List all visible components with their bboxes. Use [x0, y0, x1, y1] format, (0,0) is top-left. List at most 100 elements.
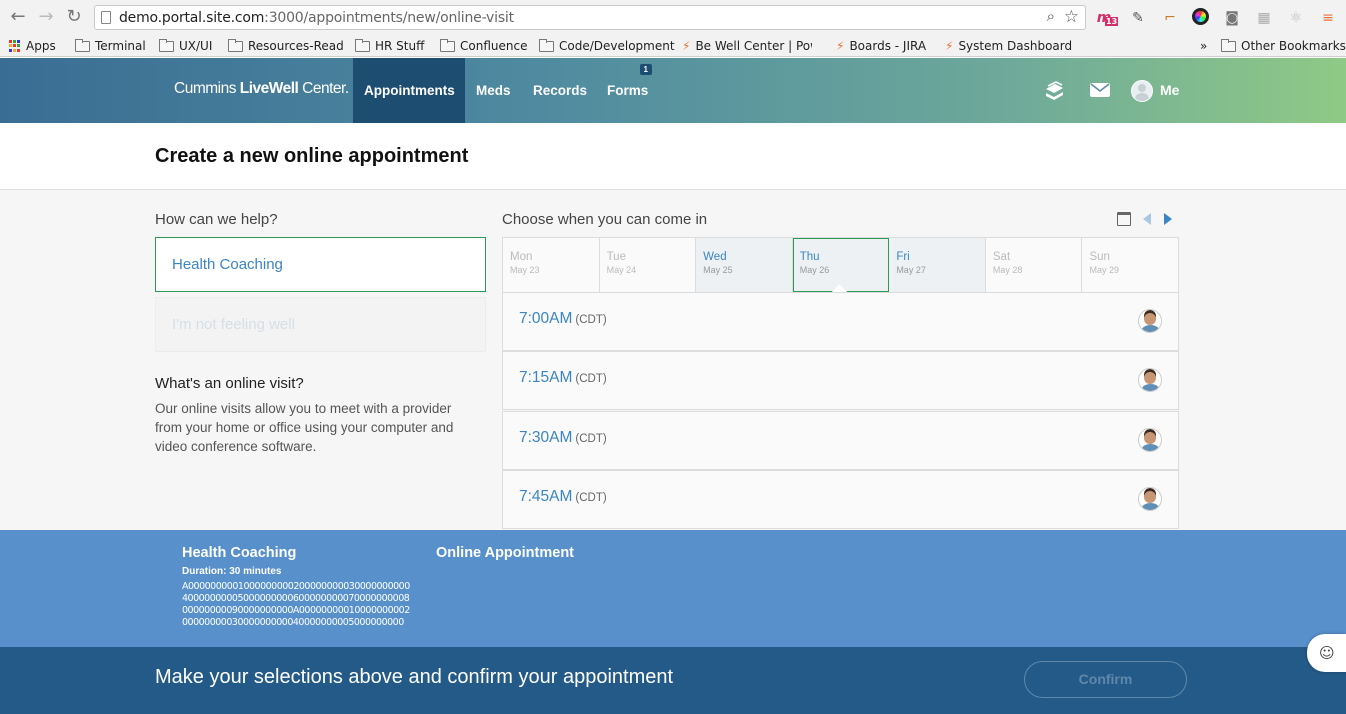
search-icon[interactable]: ⌕: [1047, 8, 1055, 25]
footer-message: Make your selections above and confirm y…: [155, 666, 674, 688]
extension-m-icon[interactable]: m 13: [1094, 8, 1119, 28]
bookmark-star-icon[interactable]: ☆: [1064, 7, 1079, 27]
day-picker: Mon May 23 Tue May 24 Wed May 25 Thu May 26 …: [502, 237, 1180, 292]
bookmark-resources-read[interactable]: Resources-Read: [228, 38, 344, 54]
back-icon[interactable]: ←: [8, 7, 28, 27]
nav-forms-label: Forms: [607, 83, 649, 98]
page-title: Create a new online appointment: [155, 145, 469, 167]
reload-icon[interactable]: ↻: [64, 7, 84, 27]
user-menu-label[interactable]: Me: [1160, 82, 1179, 98]
folder-icon: [440, 38, 455, 52]
forward-icon[interactable]: →: [36, 7, 56, 27]
online-visit-description: Our online visits allow you to meet with…: [155, 401, 454, 454]
menu-icon[interactable]: ≡: [1318, 8, 1338, 28]
option-health-coaching[interactable]: Health Coaching: [155, 237, 486, 292]
apps-icon: [9, 40, 21, 52]
provider-avatar: [1138, 309, 1162, 333]
day-mon: Mon May 23: [503, 238, 600, 292]
slot-time: 7:15AM (CDT): [519, 369, 607, 386]
extension-badge: 13: [1105, 17, 1119, 26]
day-date: May 27: [896, 265, 926, 275]
time-slot[interactable]: 7:00AM (CDT): [502, 292, 1179, 351]
day-name: Sat: [992, 251, 1011, 263]
option-not-feeling-well[interactable]: I'm not feeling well: [155, 297, 486, 352]
time-slot[interactable]: 7:45AM (CDT): [502, 470, 1179, 529]
next-week-icon[interactable]: [1164, 213, 1172, 225]
day-date: May 28: [992, 265, 1023, 275]
help-label: How can we help?: [155, 211, 278, 228]
forms-badge: 1: [639, 64, 652, 75]
color-wheel-icon[interactable]: [1190, 8, 1210, 28]
confirm-button[interactable]: Confirm: [1024, 661, 1187, 698]
day-date: May 25: [703, 265, 733, 275]
slot-timezone: (CDT): [575, 314, 607, 326]
day-name: Fri: [896, 251, 910, 263]
nav-appointments[interactable]: Appointments: [353, 58, 465, 123]
bookmark-code-development[interactable]: Code/Development: [539, 38, 675, 54]
day-date: May 24: [606, 265, 637, 275]
extension-grid-icon[interactable]: ▦: [1254, 8, 1274, 28]
bookmark-system-dashboard[interactable]: ⚡ System Dashboard -: [945, 38, 1073, 54]
day-date: May 23: [510, 265, 540, 275]
folder-icon: [75, 38, 90, 52]
schedule-label: Choose when you can come in: [502, 211, 708, 228]
eyedropper-icon[interactable]: ✎: [1128, 8, 1148, 28]
provider-avatar: [1138, 428, 1162, 452]
title-band: Create a new online appointment: [0, 123, 1346, 190]
online-visit-heading: What's an online visit?: [155, 375, 304, 392]
url-text[interactable]: demo.portal.site.com:3000/appointments/n…: [119, 10, 514, 26]
day-tue: Tue May 24: [599, 238, 697, 292]
summary-code: A000000000100000000020000000003000000000…: [182, 581, 410, 628]
bookmark-other[interactable]: Other Bookmarks: [1221, 38, 1346, 54]
ruler-icon[interactable]: ⌐: [1160, 8, 1180, 28]
bookmarks-bar: Apps Terminal UX/UI Resources-Read HR St…: [0, 35, 1346, 57]
page-icon: [101, 11, 111, 24]
time-slot[interactable]: 7:30AM (CDT): [502, 411, 1179, 470]
calendar-icon[interactable]: [1117, 212, 1131, 226]
day-name: Mon: [510, 251, 533, 263]
slot-timezone: (CDT): [575, 433, 607, 445]
slot-timezone: (CDT): [575, 373, 607, 385]
day-name: Wed: [703, 251, 727, 263]
address-bar[interactable]: demo.portal.site.com:3000/appointments/n…: [94, 5, 1086, 30]
bookmarks-overflow-icon[interactable]: »: [1200, 38, 1207, 54]
bookmark-boards-jira[interactable]: ⚡ Boards - JIRA: [836, 38, 926, 54]
bookmark-terminal[interactable]: Terminal: [75, 38, 146, 54]
slot-time: 7:45AM (CDT): [519, 488, 607, 505]
bookmark-hr-stuff[interactable]: HR Stuff: [355, 38, 424, 54]
folder-icon: [228, 38, 243, 52]
slot-time: 7:30AM (CDT): [519, 429, 607, 446]
folder-icon: [355, 38, 370, 52]
react-icon[interactable]: ⚛: [1286, 8, 1306, 28]
library-icon[interactable]: [1043, 79, 1065, 101]
day-name: Tue: [606, 251, 626, 263]
nav-forms[interactable]: Forms 1: [596, 58, 660, 123]
day-fri[interactable]: Fri May 27: [889, 238, 986, 292]
slot-timezone: (CDT): [575, 492, 607, 504]
day-sat: Sat May 28: [985, 238, 1083, 292]
folder-icon: [539, 38, 554, 52]
day-date: May 29: [1089, 265, 1119, 275]
bookmark-be-well-center[interactable]: ⚡ Be Well Center | Pow: [682, 38, 812, 54]
day-thu[interactable]: Thu May 26: [792, 238, 890, 292]
day-wed[interactable]: Wed May 25: [696, 238, 793, 292]
user-avatar[interactable]: [1131, 80, 1153, 102]
mail-icon[interactable]: [1089, 79, 1111, 101]
jira-icon: ⚡: [682, 39, 691, 53]
time-slot[interactable]: 7:15AM (CDT): [502, 351, 1179, 410]
bookmark-apps[interactable]: Apps: [9, 38, 56, 54]
jira-icon: ⚡: [945, 39, 954, 53]
feedback-smiley-icon[interactable]: ☺: [1307, 634, 1346, 672]
summary-type: Online Appointment: [436, 545, 575, 561]
nav-meds[interactable]: Meds: [465, 58, 522, 123]
day-date: May 26: [799, 265, 830, 275]
bookmark-confluence[interactable]: Confluence: [440, 38, 527, 54]
prev-week-icon[interactable]: [1143, 213, 1151, 225]
logo[interactable]: Cummins LiveWell Center.: [174, 80, 349, 98]
provider-avatar: [1138, 368, 1162, 392]
summary-service: Health Coaching: [182, 545, 297, 561]
nav-records[interactable]: Records: [522, 58, 598, 123]
bookmark-ux-ui[interactable]: UX/UI: [159, 38, 212, 54]
folder-icon: [1221, 38, 1236, 52]
camera-icon[interactable]: ◙: [1222, 8, 1242, 28]
